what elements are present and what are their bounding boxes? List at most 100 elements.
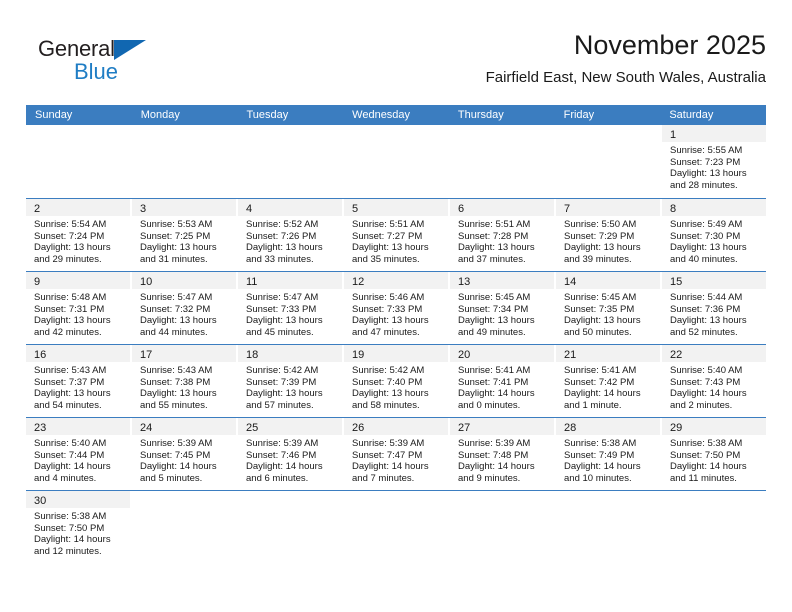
calendar-day-cell[interactable]: 29 Sunrise: 5:38 AM Sunset: 7:50 PM Dayligh… [662,418,766,490]
calendar-day-cell[interactable]: 13 Sunrise: 5:45 AM Sunset: 7:34 PM Dayligh… [450,272,556,344]
calendar-day-cell[interactable]: 5 Sunrise: 5:51 AM Sunset: 7:27 PM Daylight… [344,199,450,271]
day-number: 12 [352,276,365,288]
calendar-day-cell[interactable]: 27 Sunrise: 5:39 AM Sunset: 7:48 PM Dayligh… [450,418,556,490]
daylight-text-line2: and 4 minutes. [34,472,97,484]
day-details: Sunrise: 5:47 AM Sunset: 7:32 PM Daylight:… [132,289,236,338]
sunrise-text: Sunrise: 5:42 AM [352,365,425,376]
calendar-day-cell[interactable]: 20 Sunrise: 5:41 AM Sunset: 7:41 PM Dayligh… [450,345,556,417]
page-header: General Blue November 2025 Fairfield Eas… [26,28,766,102]
day-details: Sunrise: 5:43 AM Sunset: 7:37 PM Daylight:… [26,362,130,411]
day-details: Sunrise: 5:39 AM Sunset: 7:45 PM Daylight:… [132,435,236,484]
day-number-band: 23 [26,418,130,435]
calendar-day-cell[interactable]: 3 Sunrise: 5:53 AM Sunset: 7:25 PM Daylight… [132,199,238,271]
calendar-day-cell[interactable]: 25 Sunrise: 5:39 AM Sunset: 7:46 PM Dayligh… [238,418,344,490]
day-number-band: 29 [662,418,766,435]
calendar-day-cell[interactable]: 11 Sunrise: 5:47 AM Sunset: 7:33 PM Dayligh… [238,272,344,344]
calendar-day-cell[interactable]: 23 Sunrise: 5:40 AM Sunset: 7:44 PM Dayligh… [26,418,132,490]
day-number-band [238,125,342,142]
day-number-band: 9 [26,272,130,289]
day-details: Sunrise: 5:45 AM Sunset: 7:35 PM Daylight:… [556,289,660,338]
calendar-day-cell[interactable]: 30 Sunrise: 5:38 AM Sunset: 7:50 PM Dayligh… [26,491,132,563]
daylight-text-line1: Daylight: 14 hours [458,388,535,400]
calendar-day-cell[interactable]: 6 Sunrise: 5:51 AM Sunset: 7:28 PM Daylight… [450,199,556,271]
calendar-week-row: 2 Sunrise: 5:54 AM Sunset: 7:24 PM Daylight… [26,198,766,271]
day-number-band: 2 [26,199,130,216]
day-number-band [238,491,342,508]
daylight-text-line1: Daylight: 13 hours [34,315,111,327]
daylight-text-line1: Daylight: 14 hours [246,461,323,473]
sunrise-text: Sunrise: 5:43 AM [140,365,213,376]
calendar-week-row: 9 Sunrise: 5:48 AM Sunset: 7:31 PM Daylight… [26,271,766,344]
calendar-day-cell[interactable]: 7 Sunrise: 5:50 AM Sunset: 7:29 PM Daylight… [556,199,662,271]
day-number-band [132,125,236,142]
calendar-day-cell[interactable]: 15 Sunrise: 5:44 AM Sunset: 7:36 PM Dayligh… [662,272,766,344]
title-block: November 2025 Fairfield East, New South … [246,28,766,89]
calendar-day-cell[interactable]: 19 Sunrise: 5:42 AM Sunset: 7:40 PM Dayligh… [344,345,450,417]
day-number-band: 25 [238,418,342,435]
calendar-day-cell[interactable]: 16 Sunrise: 5:43 AM Sunset: 7:37 PM Dayligh… [26,345,132,417]
day-details: Sunrise: 5:41 AM Sunset: 7:42 PM Daylight:… [556,362,660,411]
day-number-band [556,125,660,142]
calendar-day-cell[interactable]: 17 Sunrise: 5:43 AM Sunset: 7:38 PM Dayligh… [132,345,238,417]
day-number-band: 21 [556,345,660,362]
day-number-band: 3 [132,199,236,216]
day-number-band: 8 [662,199,766,216]
sunrise-text: Sunrise: 5:53 AM [140,219,213,230]
day-number-band: 22 [662,345,766,362]
daylight-text-line1: Daylight: 13 hours [34,242,111,254]
daylight-text-line2: and 29 minutes. [34,253,102,265]
day-number: 6 [458,203,465,215]
sunrise-text: Sunrise: 5:47 AM [246,292,319,303]
day-number: 17 [140,349,153,361]
day-number-band: 1 [662,125,766,142]
calendar-day-cell[interactable]: 2 Sunrise: 5:54 AM Sunset: 7:24 PM Daylight… [26,199,132,271]
brand-logo[interactable]: General Blue [38,36,238,92]
day-number-band [344,125,448,142]
day-number: 3 [140,203,147,215]
daylight-text-line1: Daylight: 13 hours [564,315,641,327]
sunset-text: Sunset: 7:27 PM [352,230,423,242]
calendar-day-cell[interactable]: 22 Sunrise: 5:40 AM Sunset: 7:43 PM Dayligh… [662,345,766,417]
calendar-week-row: 16 Sunrise: 5:43 AM Sunset: 7:37 PM Dayligh… [26,344,766,417]
day-number-band: 27 [450,418,554,435]
sunrise-text: Sunrise: 5:40 AM [670,365,743,376]
day-details: Sunrise: 5:53 AM Sunset: 7:25 PM Daylight:… [132,216,236,265]
day-details: Sunrise: 5:54 AM Sunset: 7:24 PM Daylight:… [26,216,130,265]
calendar-cell-empty [132,491,238,563]
daylight-text-line1: Daylight: 13 hours [246,315,323,327]
daylight-text-line1: Daylight: 14 hours [34,534,111,546]
calendar-day-cell[interactable]: 14 Sunrise: 5:45 AM Sunset: 7:35 PM Dayligh… [556,272,662,344]
calendar-day-cell[interactable]: 21 Sunrise: 5:41 AM Sunset: 7:42 PM Dayligh… [556,345,662,417]
daylight-text-line1: Daylight: 13 hours [246,388,323,400]
sunset-text: Sunset: 7:50 PM [670,449,741,461]
day-number: 23 [34,422,47,434]
day-number-band: 5 [344,199,448,216]
day-number: 7 [564,203,571,215]
sunrise-text: Sunrise: 5:49 AM [670,219,743,230]
sunrise-text: Sunrise: 5:54 AM [34,219,107,230]
day-number-band: 11 [238,272,342,289]
day-details: Sunrise: 5:51 AM Sunset: 7:27 PM Daylight:… [344,216,448,265]
calendar-day-cell[interactable]: 1 Sunrise: 5:55 AM Sunset: 7:23 PM Daylight… [662,125,766,198]
day-number: 22 [670,349,683,361]
day-number: 30 [34,495,47,507]
day-number: 10 [140,276,153,288]
day-number-band: 7 [556,199,660,216]
calendar-day-cell[interactable]: 4 Sunrise: 5:52 AM Sunset: 7:26 PM Daylight… [238,199,344,271]
calendar-day-cell[interactable]: 28 Sunrise: 5:38 AM Sunset: 7:49 PM Dayligh… [556,418,662,490]
sunset-text: Sunset: 7:43 PM [670,376,741,388]
calendar-day-cell[interactable]: 26 Sunrise: 5:39 AM Sunset: 7:47 PM Dayligh… [344,418,450,490]
calendar-day-cell[interactable]: 12 Sunrise: 5:46 AM Sunset: 7:33 PM Dayligh… [344,272,450,344]
page-subtitle: Fairfield East, New South Wales, Austral… [485,69,766,86]
daylight-text-line2: and 50 minutes. [564,326,632,338]
sunrise-text: Sunrise: 5:55 AM [670,145,743,156]
calendar-day-cell[interactable]: 8 Sunrise: 5:49 AM Sunset: 7:30 PM Daylight… [662,199,766,271]
day-details: Sunrise: 5:41 AM Sunset: 7:41 PM Daylight:… [450,362,554,411]
calendar-day-cell[interactable]: 24 Sunrise: 5:39 AM Sunset: 7:45 PM Dayligh… [132,418,238,490]
calendar-day-cell[interactable]: 10 Sunrise: 5:47 AM Sunset: 7:32 PM Dayligh… [132,272,238,344]
sunset-text: Sunset: 7:30 PM [670,230,741,242]
calendar-day-cell[interactable]: 9 Sunrise: 5:48 AM Sunset: 7:31 PM Daylight… [26,272,132,344]
calendar-day-cell[interactable]: 18 Sunrise: 5:42 AM Sunset: 7:39 PM Dayligh… [238,345,344,417]
daylight-text-line2: and 35 minutes. [352,253,420,265]
sunrise-text: Sunrise: 5:41 AM [458,365,531,376]
